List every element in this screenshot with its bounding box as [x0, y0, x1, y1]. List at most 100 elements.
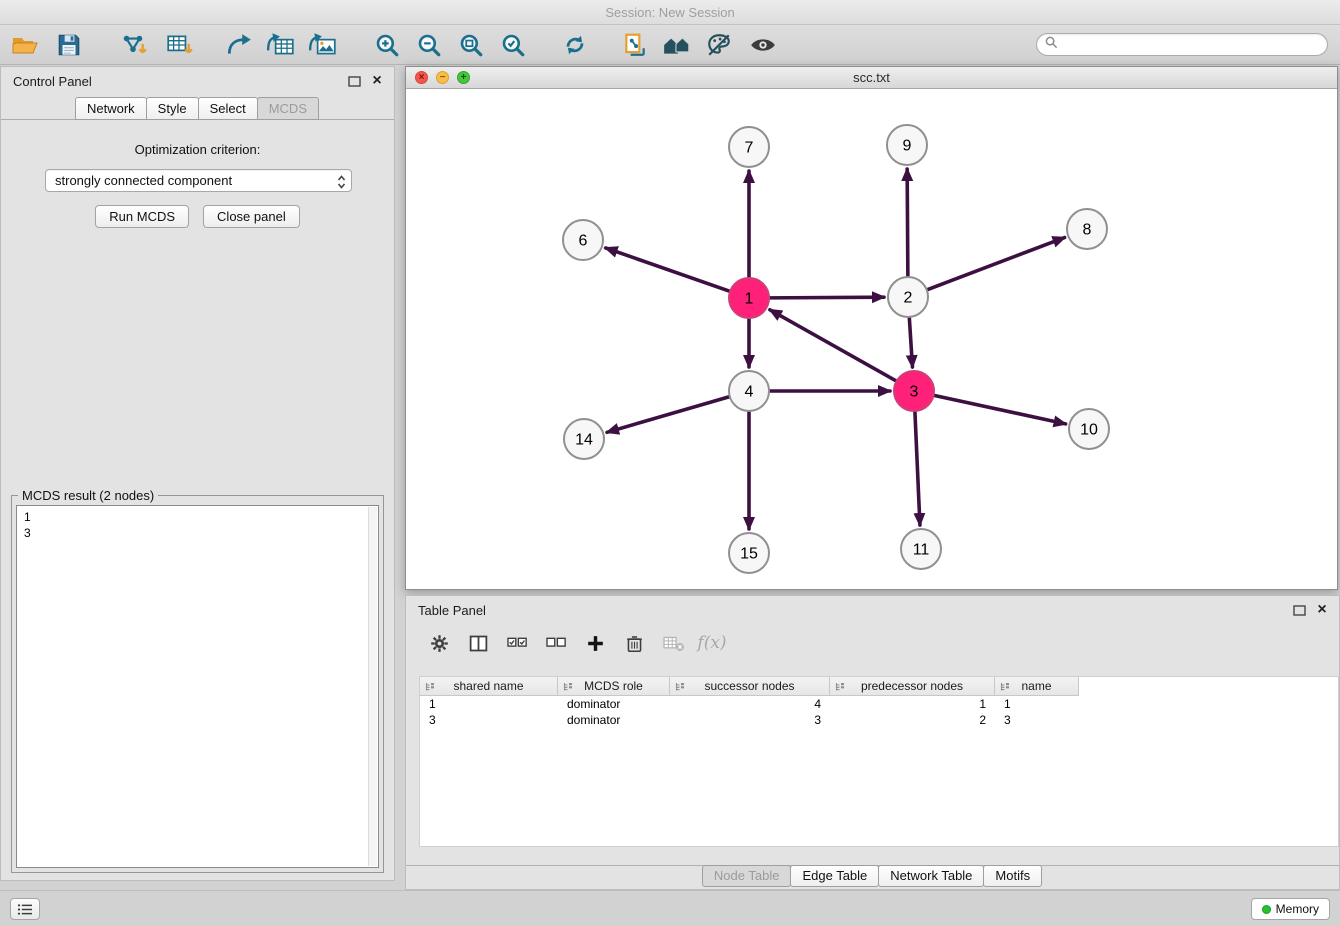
- memory-button[interactable]: Memory: [1251, 898, 1330, 920]
- tab-select[interactable]: Select: [198, 97, 258, 120]
- tab-style[interactable]: Style: [146, 97, 199, 120]
- import-network-icon[interactable]: [118, 30, 148, 60]
- table-cell[interactable]: 4: [670, 696, 830, 712]
- delete-row-icon[interactable]: [621, 630, 647, 656]
- column-sort-icon: [563, 681, 573, 695]
- svg-text:11: 11: [913, 542, 930, 559]
- export-table-icon[interactable]: [266, 30, 296, 60]
- column-chooser-icon[interactable]: [465, 630, 491, 656]
- graph-node-14[interactable]: 14: [564, 419, 604, 459]
- graph-node-2[interactable]: 2: [888, 277, 928, 317]
- application-window: Session: New Session: [0, 0, 1340, 926]
- home-icon[interactable]: [662, 30, 692, 60]
- minimize-window-icon[interactable]: [436, 71, 449, 84]
- table-row[interactable]: 1dominator411: [420, 696, 1338, 712]
- svg-text:2: 2: [904, 290, 913, 307]
- graph-node-4[interactable]: 4: [729, 371, 769, 411]
- export-image-icon[interactable]: [308, 30, 338, 60]
- table-cell[interactable]: 1: [995, 696, 1079, 712]
- result-scrollbar[interactable]: [368, 507, 377, 866]
- table-panel-close-icon[interactable]: [1315, 603, 1329, 617]
- add-row-icon[interactable]: [582, 630, 608, 656]
- graph-edge-2-8[interactable]: [928, 238, 1065, 290]
- control-panel-tabs: NetworkStyleSelectMCDS: [76, 96, 319, 119]
- tab-network-table[interactable]: Network Table: [878, 865, 984, 887]
- graph-node-9[interactable]: 9: [887, 125, 927, 165]
- graph-edge-4-14[interactable]: [607, 397, 729, 432]
- run-mcds-button[interactable]: Run MCDS: [95, 205, 189, 228]
- tab-network[interactable]: Network: [75, 97, 147, 120]
- window-title: Session: New Session: [605, 5, 734, 20]
- zoom-selected-icon[interactable]: [498, 30, 528, 60]
- table-row[interactable]: 3dominator323: [420, 712, 1338, 728]
- column-header-predecessor-nodes[interactable]: predecessor nodes: [830, 677, 995, 696]
- mcds-result-area[interactable]: 13: [16, 505, 379, 868]
- graph-edge-2-3[interactable]: [909, 318, 912, 367]
- graph-node-6[interactable]: 6: [563, 220, 603, 260]
- graph-edge-3-1[interactable]: [770, 310, 896, 381]
- mcds-result-title: MCDS result (2 nodes): [18, 488, 158, 503]
- control-panel-float-icon[interactable]: [348, 76, 361, 87]
- graph-node-8[interactable]: 8: [1067, 209, 1107, 249]
- graph-edge-1-6[interactable]: [606, 248, 730, 291]
- refresh-icon[interactable]: [560, 30, 590, 60]
- network-window-titlebar[interactable]: scc.txt: [406, 67, 1337, 89]
- table-cell[interactable]: 1: [830, 696, 995, 712]
- control-panel-close-icon[interactable]: [370, 74, 384, 88]
- column-sort-icon: [1000, 681, 1010, 695]
- column-header-successor-nodes[interactable]: successor nodes: [670, 677, 830, 696]
- column-header-shared-name[interactable]: shared name: [420, 677, 558, 696]
- column-header-name[interactable]: name: [995, 677, 1079, 696]
- close-window-icon[interactable]: [415, 71, 428, 84]
- settings-gear-icon[interactable]: [426, 630, 452, 656]
- search-input[interactable]: [1063, 37, 1319, 52]
- table-cell[interactable]: 3: [420, 712, 558, 728]
- tab-mcds[interactable]: MCDS: [257, 97, 319, 120]
- deselect-all-icon[interactable]: [543, 630, 569, 656]
- search-box[interactable]: [1036, 33, 1328, 56]
- graph-node-15[interactable]: 15: [729, 533, 769, 573]
- graph-edge-2-9[interactable]: [907, 169, 908, 276]
- graph-edge-1-2[interactable]: [770, 297, 884, 298]
- table-cell[interactable]: 2: [830, 712, 995, 728]
- criterion-select[interactable]: strongly connected component: [45, 169, 352, 192]
- graph-node-7[interactable]: 7: [729, 127, 769, 167]
- zoom-window-icon[interactable]: [457, 71, 470, 84]
- graph-edge-3-11[interactable]: [915, 412, 920, 525]
- graph-node-3[interactable]: 3: [894, 371, 934, 411]
- graphics-details-icon[interactable]: [704, 30, 734, 60]
- network-graph[interactable]: 7 9 6 8 1 2 4 3 14 10 15 11: [406, 89, 1337, 589]
- export-network-icon[interactable]: [224, 30, 254, 60]
- import-table-icon[interactable]: [164, 30, 194, 60]
- column-label: successor nodes: [704, 679, 794, 693]
- close-panel-button[interactable]: Close panel: [203, 205, 300, 228]
- tab-edge-table[interactable]: Edge Table: [790, 865, 879, 887]
- graph-node-1[interactable]: 1: [729, 278, 769, 318]
- save-session-icon[interactable]: [54, 30, 84, 60]
- table-panel-title: Table Panel: [418, 603, 486, 618]
- zoom-out-icon[interactable]: [414, 30, 444, 60]
- zoom-in-icon[interactable]: [372, 30, 402, 60]
- graph-edge-3-10[interactable]: [935, 395, 1066, 423]
- table-cell[interactable]: dominator: [558, 696, 670, 712]
- column-header-mcds-role[interactable]: MCDS role: [558, 677, 670, 696]
- mcds-result-group: MCDS result (2 nodes) 13: [11, 495, 384, 873]
- graph-node-11[interactable]: 11: [901, 529, 941, 569]
- open-session-icon[interactable]: [10, 30, 40, 60]
- memory-label: Memory: [1276, 902, 1319, 916]
- zoom-fit-icon[interactable]: [456, 30, 486, 60]
- tab-node-table[interactable]: Node Table: [702, 865, 792, 887]
- tab-motifs[interactable]: Motifs: [983, 865, 1042, 887]
- table-panel-float-icon[interactable]: [1293, 605, 1306, 616]
- table-cell[interactable]: 3: [670, 712, 830, 728]
- panel-list-button[interactable]: [10, 898, 40, 920]
- network-canvas[interactable]: 7 9 6 8 1 2 4 3 14 10 15 11: [406, 89, 1337, 589]
- table-cell[interactable]: dominator: [558, 712, 670, 728]
- select-all-icon[interactable]: [504, 630, 530, 656]
- table-cell[interactable]: 1: [420, 696, 558, 712]
- graph-node-10[interactable]: 10: [1069, 409, 1109, 449]
- eye-icon[interactable]: [748, 30, 778, 60]
- svg-text:7: 7: [745, 140, 754, 157]
- table-cell[interactable]: 3: [995, 712, 1079, 728]
- clone-network-icon[interactable]: [620, 30, 650, 60]
